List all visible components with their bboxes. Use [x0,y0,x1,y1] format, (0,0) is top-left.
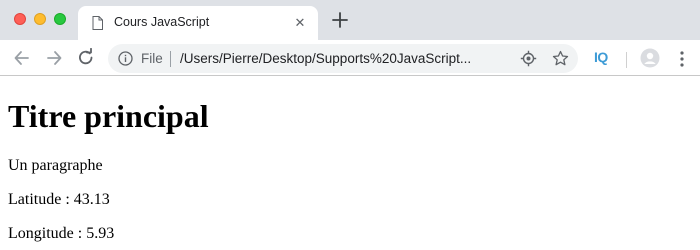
document-icon [92,16,103,30]
location-target-icon[interactable] [520,50,537,67]
plus-icon[interactable] [330,10,350,30]
tab-title: Cours JavaScript [114,15,210,29]
tab-active[interactable]: Cours JavaScript ✕ [78,6,318,40]
window-zoom-button[interactable] [54,13,66,25]
info-icon[interactable] [118,51,133,66]
url-scheme-label: File [141,51,163,66]
tab-close-icon[interactable]: ✕ [292,15,308,31]
tab-strip: Cours JavaScript ✕ [0,0,700,40]
more-menu-icon[interactable] [676,50,688,68]
paragraph-text: Un paragraphe [8,157,103,174]
extension-iq-button[interactable]: IQ [594,49,608,65]
page-heading: Titre principal [8,98,209,134]
reload-icon[interactable] [76,48,96,68]
address-bar[interactable]: File /Users/Pierre/Desktop/Supports%20Ja… [108,44,578,73]
page-content: Titre principal Un paragraphe Latitude :… [0,76,700,250]
arrow-left-icon[interactable] [12,48,32,68]
window-close-button[interactable] [14,13,26,25]
star-icon[interactable] [552,50,569,67]
longitude-text: Longitude : 5.93 [8,225,115,242]
url-text[interactable]: /Users/Pierre/Desktop/Supports%20JavaScr… [180,51,510,66]
omnibox-divider [170,51,171,67]
latitude-text: Latitude : 43.13 [8,191,110,208]
toolbar-divider [626,52,627,68]
arrow-right-icon[interactable] [44,48,64,68]
window-minimize-button[interactable] [34,13,46,25]
profile-avatar-icon[interactable] [640,48,660,68]
